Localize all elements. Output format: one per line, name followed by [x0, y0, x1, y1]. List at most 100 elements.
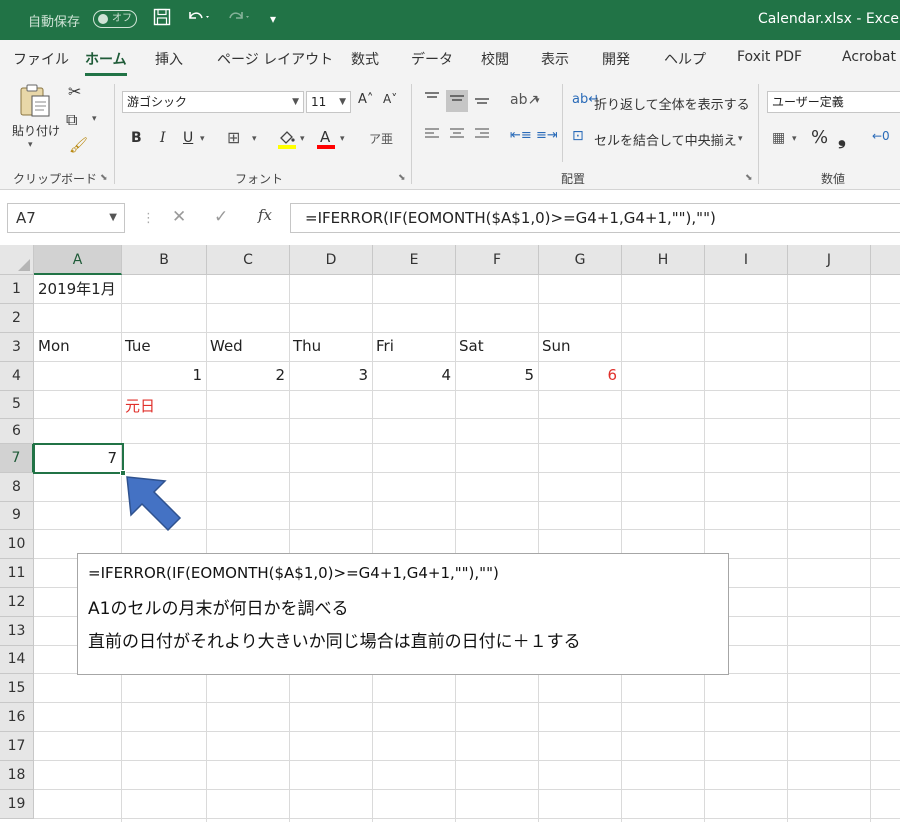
paste-button[interactable]: 貼り付け	[12, 122, 60, 139]
row-header-11[interactable]: 11	[0, 559, 34, 588]
column-header-h[interactable]: H	[622, 245, 705, 275]
borders-dropdown-icon[interactable]: ▾	[252, 134, 257, 144]
column-header-e[interactable]: E	[373, 245, 456, 275]
cell-a1[interactable]: 2019年1月	[34, 278, 120, 299]
italic-icon[interactable]: I	[160, 130, 166, 146]
tab-acrobat[interactable]: Acrobat	[842, 49, 896, 65]
underline-dropdown-icon[interactable]: ▾	[200, 134, 205, 144]
borders-icon[interactable]: ⊞	[227, 128, 240, 147]
copy-dropdown-icon[interactable]: ▾	[92, 114, 97, 124]
row-header-19[interactable]: 19	[0, 790, 34, 819]
tab-home[interactable]: ホーム	[85, 49, 127, 76]
comma-style-icon[interactable]: ❟	[838, 125, 846, 149]
row-header-9[interactable]: 9	[0, 502, 34, 530]
accounting-dropdown-icon[interactable]: ▾	[792, 134, 797, 144]
row-header-10[interactable]: 10	[0, 530, 34, 559]
bold-icon[interactable]: B	[131, 130, 142, 146]
tab-data[interactable]: データ	[411, 49, 453, 69]
column-header-b[interactable]: B	[122, 245, 207, 275]
row-header-5[interactable]: 5	[0, 391, 34, 419]
row-header-2[interactable]: 2	[0, 304, 34, 333]
column-header-g[interactable]: G	[539, 245, 622, 275]
column-header-f[interactable]: F	[456, 245, 539, 275]
phonetic-icon[interactable]: ア亜	[369, 130, 393, 147]
row-header-8[interactable]: 8	[0, 473, 34, 502]
enter-icon[interactable]: ✓	[214, 207, 228, 227]
cell-b3[interactable]: Tue	[121, 337, 155, 355]
underline-icon[interactable]: U	[183, 130, 193, 146]
row-header-16[interactable]: 16	[0, 703, 34, 732]
orientation-dropdown-icon[interactable]: ▾	[535, 96, 540, 106]
cell-f3[interactable]: Sat	[455, 337, 488, 355]
row-header-15[interactable]: 15	[0, 674, 34, 703]
row-header-3[interactable]: 3	[0, 333, 34, 362]
row-header-18[interactable]: 18	[0, 761, 34, 790]
tab-developer[interactable]: 開発	[602, 49, 630, 69]
align-bottom-icon[interactable]	[471, 90, 493, 112]
insert-function-button[interactable]: fx	[258, 206, 272, 224]
paste-dropdown-icon[interactable]: ▾	[28, 140, 33, 150]
column-header-k[interactable]	[871, 245, 900, 275]
alignment-launcher-icon[interactable]: ⬊	[745, 173, 753, 183]
row-header-1[interactable]: 1	[0, 275, 34, 304]
merge-center-icon[interactable]: ⊡	[572, 128, 584, 144]
tab-foxit-pdf[interactable]: Foxit PDF	[737, 49, 802, 65]
copy-icon[interactable]: ⧉	[66, 110, 77, 130]
name-box[interactable]: A7 ▼	[7, 203, 125, 233]
align-center-icon[interactable]	[446, 126, 468, 148]
font-color-dropdown-icon[interactable]: ▾	[340, 134, 345, 144]
save-icon[interactable]	[153, 8, 171, 31]
cancel-icon[interactable]: ✕	[172, 207, 186, 227]
cell-d3[interactable]: Thu	[289, 337, 325, 355]
percent-icon[interactable]: %	[811, 127, 828, 148]
increase-font-icon[interactable]: A˄	[358, 92, 373, 107]
row-header-17[interactable]: 17	[0, 732, 34, 761]
align-middle-icon[interactable]	[446, 90, 468, 112]
column-header-c[interactable]: C	[207, 245, 290, 275]
number-format-select[interactable]: ユーザー定義	[767, 91, 900, 113]
tab-formulas[interactable]: 数式	[351, 49, 379, 69]
tab-page-layout[interactable]: ページ レイアウト	[217, 49, 333, 69]
row-header-14[interactable]: 14	[0, 646, 34, 674]
redo-icon[interactable]	[226, 8, 252, 31]
increase-decimal-icon[interactable]: ←0	[872, 129, 890, 143]
cell-b5-holiday[interactable]: 元日	[121, 395, 159, 416]
cell-f4[interactable]: 5	[455, 366, 538, 384]
tab-insert[interactable]: 挿入	[155, 49, 183, 69]
column-header-d[interactable]: D	[290, 245, 373, 275]
cell-d4[interactable]: 3	[289, 366, 372, 384]
tab-view[interactable]: 表示	[541, 49, 569, 69]
row-header-12[interactable]: 12	[0, 588, 34, 617]
paste-icon[interactable]	[18, 82, 52, 122]
decrease-font-icon[interactable]: A˅	[383, 92, 397, 106]
merge-dropdown-icon[interactable]: ▾	[738, 134, 743, 144]
formula-input[interactable]: =IFERROR(IF(EOMONTH($A$1,0)>=G4+1,G4+1,"…	[290, 203, 900, 233]
select-all-button[interactable]	[0, 245, 34, 275]
increase-indent-icon[interactable]: ≡⇥	[536, 128, 558, 143]
row-header-4[interactable]: 4	[0, 362, 34, 391]
tab-help[interactable]: ヘルプ	[664, 49, 706, 69]
row-header-6[interactable]: 6	[0, 419, 34, 444]
customize-qat-icon[interactable]: ▾	[270, 12, 276, 26]
cut-icon[interactable]: ✂	[68, 82, 81, 101]
font-size-select[interactable]: 11 ▼	[306, 91, 351, 113]
cell-b4[interactable]: 1	[121, 366, 206, 384]
column-header-i[interactable]: I	[705, 245, 788, 275]
cell-e3[interactable]: Fri	[372, 337, 398, 355]
row-header-13[interactable]: 13	[0, 617, 34, 646]
cell-g4[interactable]: 6	[538, 366, 621, 384]
fill-color-icon[interactable]	[277, 128, 297, 154]
column-header-a[interactable]: A	[34, 245, 122, 275]
cell-a3[interactable]: Mon	[34, 337, 74, 355]
font-name-select[interactable]: 游ゴシック ▼	[122, 91, 304, 113]
tab-review[interactable]: 校閲	[481, 49, 509, 69]
cell-g3[interactable]: Sun	[538, 337, 575, 355]
row-header-7[interactable]: 7	[0, 444, 34, 473]
font-color-icon[interactable]: A	[316, 128, 336, 154]
decrease-indent-icon[interactable]: ⇤≡	[510, 128, 532, 143]
undo-icon[interactable]	[186, 8, 212, 31]
font-launcher-icon[interactable]: ⬊	[398, 173, 406, 183]
wrap-text-button[interactable]: 折り返して全体を表示する	[594, 94, 750, 113]
fill-color-dropdown-icon[interactable]: ▾	[300, 134, 305, 144]
cell-c3[interactable]: Wed	[206, 337, 247, 355]
